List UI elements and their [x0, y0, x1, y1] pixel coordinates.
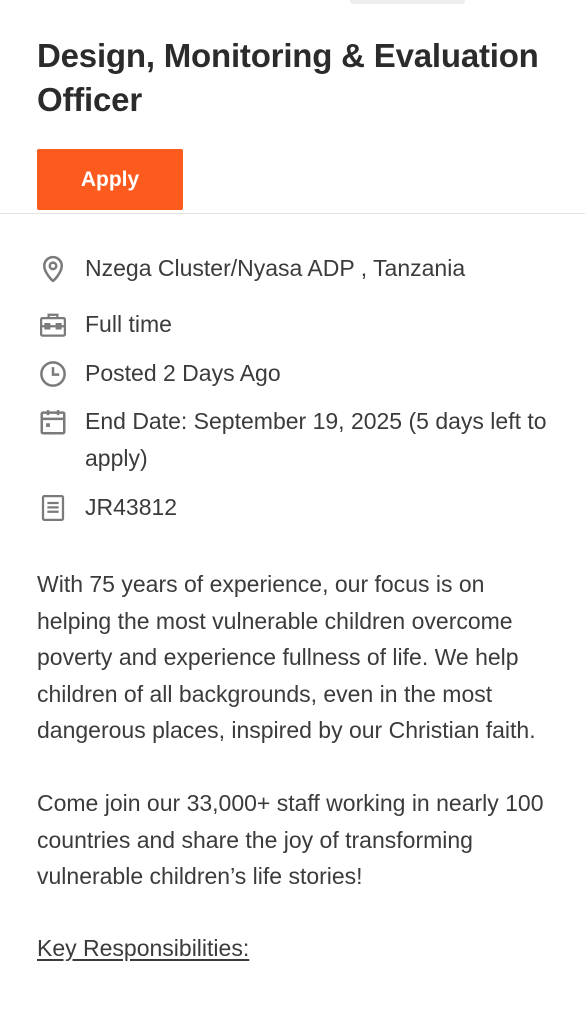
header-fragment: [350, 0, 465, 4]
description-paragraph: With 75 years of experience, our focus i…: [37, 571, 536, 744]
job-title: Design, Monitoring & Evaluation Officer: [37, 37, 539, 118]
apply-button[interactable]: Apply: [37, 149, 183, 210]
job-details-list: Nzega Cluster/Nyasa ADP , Tanzania Full …: [0, 250, 585, 526]
time-type-text: Full time: [85, 311, 172, 337]
location-pin-icon: [37, 250, 69, 287]
document-icon: [37, 489, 69, 526]
detail-end-date: End Date: September 19, 2025 (5 days lef…: [37, 403, 548, 477]
job-header: Design, Monitoring & Evaluation Officer …: [0, 0, 585, 214]
clock-icon: [37, 355, 69, 392]
detail-location: Nzega Cluster/Nyasa ADP , Tanzania: [37, 250, 548, 287]
end-date-text: End Date: September 19, 2025 (5 days lef…: [85, 408, 547, 471]
job-description: With 75 years of experience, our focus i…: [0, 566, 585, 966]
calendar-icon: [37, 403, 69, 440]
detail-posted: Posted 2 Days Ago: [37, 355, 548, 392]
description-paragraph: Come join our 33,000+ staff working in n…: [37, 789, 544, 890]
location-text: Nzega Cluster/Nyasa ADP , Tanzania: [85, 255, 466, 281]
posted-text: Posted 2 Days Ago: [85, 360, 281, 386]
detail-time-type: Full time: [37, 306, 548, 343]
requisition-id-text: JR43812: [85, 494, 178, 520]
detail-requisition-id: JR43812: [37, 489, 548, 526]
section-heading-key-responsibilities: Key Responsibilities:: [37, 934, 250, 961]
job-posting-page: Design, Monitoring & Evaluation Officer …: [0, 0, 585, 1023]
briefcase-icon: [37, 306, 69, 343]
